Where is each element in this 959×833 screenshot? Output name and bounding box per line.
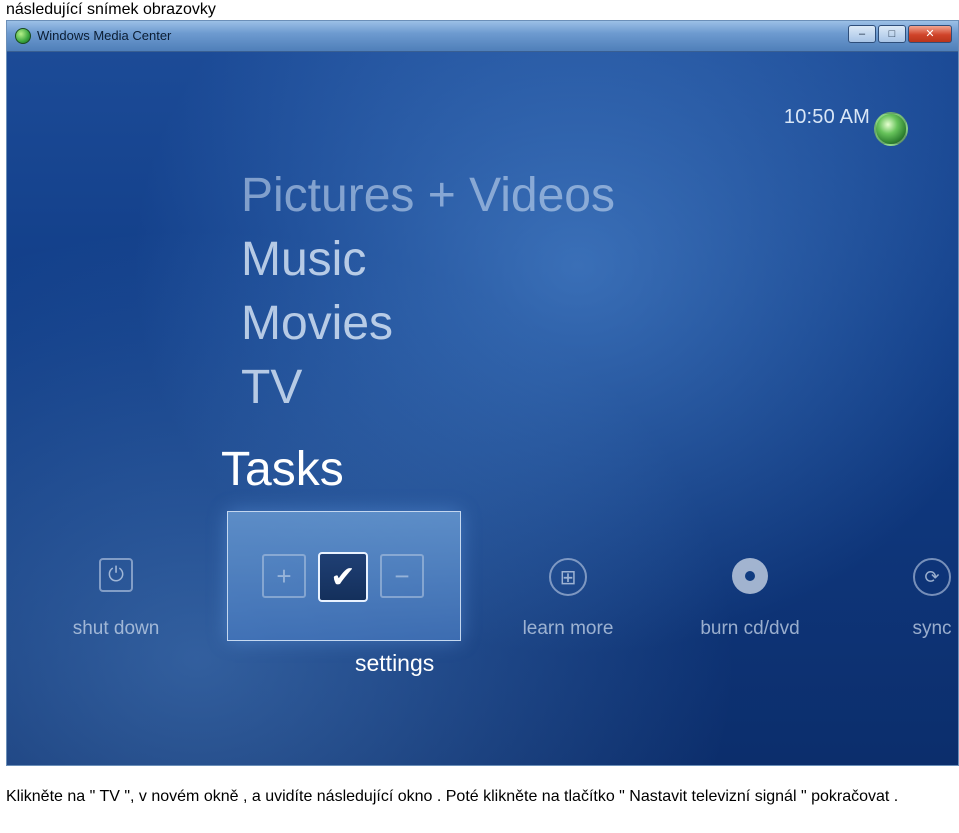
doc-caption-top: následující snímek obrazovky <box>6 1 216 18</box>
disc-icon <box>732 558 768 594</box>
menu-item-music[interactable]: Music <box>241 234 366 286</box>
menu-item-pictures-videos[interactable]: Pictures + Videos <box>241 170 615 222</box>
maximize-button[interactable]: □ <box>878 25 906 43</box>
minus-icon: − <box>380 554 424 598</box>
media-center-content: 10:50 AM Pictures + Videos Music Movies … <box>7 52 958 765</box>
task-learn-more[interactable]: ⊞ learn more <box>493 526 643 656</box>
task-label: shut down <box>72 618 160 639</box>
task-settings-label[interactable]: settings <box>355 650 434 677</box>
task-settings-tile[interactable]: + ✔ − <box>227 511 461 641</box>
checkmark-icon: ✔ <box>318 552 368 602</box>
clock: 10:50 AM <box>783 106 870 128</box>
sync-icon: ⟳ <box>913 558 951 596</box>
minimize-button[interactable]: – <box>848 25 876 43</box>
task-burn-cd-dvd[interactable]: burn cd/dvd <box>675 526 825 656</box>
window-title: Windows Media Center <box>37 28 172 43</box>
media-center-window: Windows Media Center – □ ✕ 10:50 AM Pict… <box>6 20 959 766</box>
task-label: learn more <box>522 618 614 639</box>
task-sync[interactable]: ⟳ sync <box>857 526 958 656</box>
menu-item-tasks[interactable]: Tasks <box>221 444 344 496</box>
power-icon: ⏻ <box>99 558 133 592</box>
menu-item-movies[interactable]: Movies <box>241 298 393 350</box>
title-bar[interactable]: Windows Media Center – □ ✕ <box>7 21 958 52</box>
windows-media-center-icon <box>15 28 31 44</box>
task-label: burn cd/dvd <box>700 618 800 639</box>
windows-flag-icon: ⊞ <box>549 558 587 596</box>
start-orb-icon[interactable] <box>874 112 908 146</box>
plus-icon: + <box>262 554 306 598</box>
task-label: sync <box>912 618 952 639</box>
task-shut-down[interactable]: ⏻ shut down <box>41 526 191 656</box>
window-controls: – □ ✕ <box>848 25 952 45</box>
doc-caption-bottom: Klikněte na " TV ", v novém okně , a uvi… <box>6 788 899 805</box>
close-button[interactable]: ✕ <box>908 25 952 43</box>
menu-item-tv[interactable]: TV <box>241 362 302 414</box>
